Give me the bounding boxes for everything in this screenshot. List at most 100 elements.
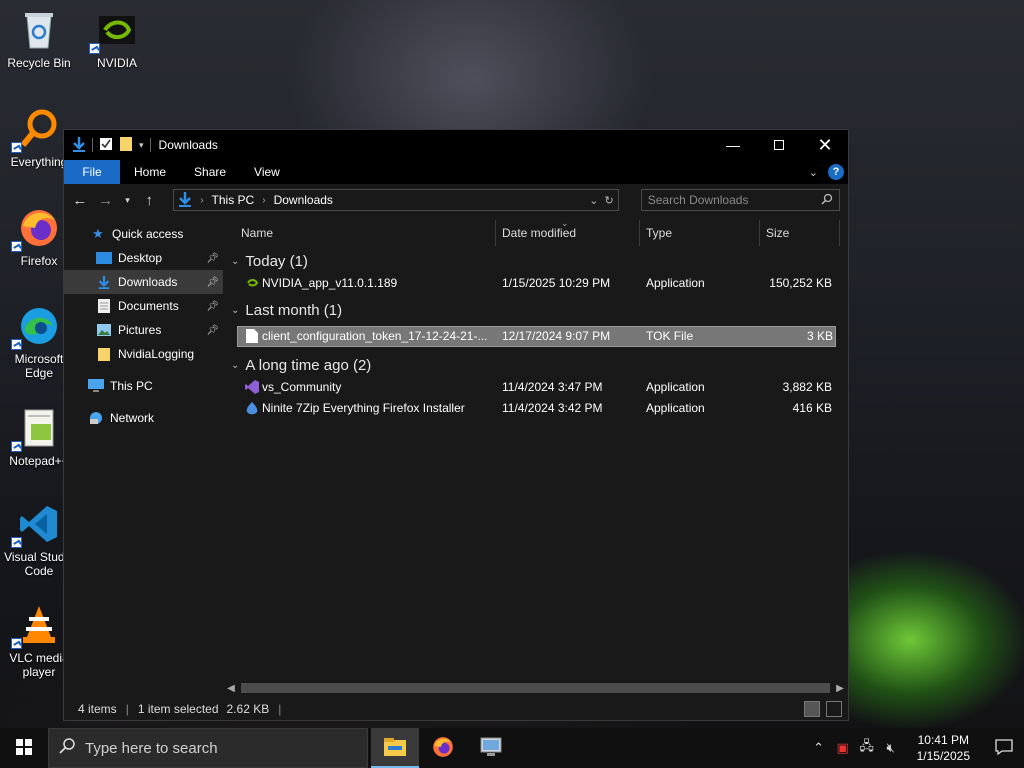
file-type: Application	[646, 401, 705, 415]
breadcrumb-downloads[interactable]: Downloads	[274, 193, 333, 207]
documents-icon	[96, 299, 112, 313]
network-icon[interactable]: 🖧︎	[855, 737, 879, 759]
tray-app-alert-icon[interactable]: ▣	[831, 740, 855, 756]
search-input[interactable]: Search Downloads	[640, 189, 840, 211]
search-icon	[821, 193, 833, 208]
recent-locations-icon[interactable]: ▾	[124, 195, 132, 206]
tab-home[interactable]: Home	[120, 160, 180, 184]
column-header-size[interactable]: Size	[766, 226, 789, 240]
minimize-icon: —	[726, 137, 740, 153]
close-button[interactable]: ✕	[802, 130, 848, 160]
nav-item-downloads[interactable]: Downloads 📌︎	[64, 270, 223, 294]
desktop-icon-nvidia[interactable]: NVIDIA	[78, 8, 156, 70]
breadcrumb-this-pc[interactable]: This PC	[212, 193, 255, 207]
file-name: Ninite 7Zip Everything Firefox Installer	[262, 401, 465, 415]
large-icons-view-button[interactable]	[826, 701, 842, 717]
file-explorer-icon	[383, 737, 407, 760]
up-button[interactable]: ↑	[141, 192, 157, 209]
file-row[interactable]: NVIDIA_app_v11.0.1.189 1/15/2025 10:29 P…	[223, 273, 848, 294]
back-button[interactable]: ←	[72, 192, 88, 209]
address-dropdown-icon[interactable]: ⌄	[589, 194, 598, 207]
file-date: 1/15/2025 10:29 PM	[502, 276, 611, 290]
taskbar-file-explorer[interactable]	[371, 728, 419, 768]
explorer-body: ★ Quick access Desktop 📌︎ Downloads 📌︎ D…	[64, 216, 848, 690]
nav-item-this-pc[interactable]: This PC	[64, 374, 223, 398]
breadcrumb-separator-icon: ›	[200, 194, 204, 206]
nav-item-label: Network	[110, 411, 155, 425]
minimize-button[interactable]: —	[710, 130, 756, 160]
nav-item-nvidialogging[interactable]: NvidiaLogging	[64, 342, 223, 366]
show-hidden-icons-icon[interactable]: ⌃	[807, 740, 831, 756]
nav-item-documents[interactable]: Documents 📌︎	[64, 294, 223, 318]
pin-icon[interactable]: 📌︎	[206, 253, 219, 264]
taskbar-remote-app[interactable]	[467, 728, 515, 768]
pin-icon[interactable]: 📌︎	[206, 301, 219, 312]
navigation-pane: ★ Quick access Desktop 📌︎ Downloads 📌︎ D…	[64, 216, 223, 690]
pin-icon[interactable]: 📌︎	[206, 325, 219, 336]
details-view-button[interactable]	[804, 701, 820, 717]
pin-icon[interactable]: 📌︎	[206, 277, 219, 288]
shortcut-arrow-icon	[11, 339, 22, 350]
column-header-type[interactable]: Type	[646, 226, 672, 240]
horizontal-scrollbar[interactable]: ◀ ▶	[223, 680, 848, 696]
notification-center-button[interactable]	[984, 738, 1024, 758]
nav-item-desktop[interactable]: Desktop 📌︎	[64, 246, 223, 270]
taskbar-clock[interactable]: 10:41 PM 1/15/2025	[903, 732, 984, 764]
shortcut-arrow-icon	[11, 441, 22, 452]
column-header-name[interactable]: Name	[241, 226, 273, 240]
taskbar: Type here to search ⌃ ▣ 🖧︎ 🔇︎ 10:41 PM 1…	[0, 728, 1024, 768]
desktop-icon-recycle-bin[interactable]: Recycle Bin	[0, 8, 78, 70]
file-type: Application	[646, 380, 705, 394]
start-button[interactable]	[0, 728, 48, 768]
file-name: vs_Community	[262, 380, 342, 394]
remote-desktop-icon	[479, 736, 503, 761]
new-folder-icon[interactable]	[119, 136, 133, 155]
nav-item-network[interactable]: Network	[64, 406, 223, 430]
group-header-long-ago[interactable]: ⌄ A long time ago (2)	[223, 353, 848, 377]
desktop-icon-label: NVIDIA	[96, 56, 137, 70]
edge-icon	[11, 304, 61, 350]
address-bar[interactable]: › This PC › Downloads ⌄ ↻	[173, 189, 619, 211]
scroll-right-icon[interactable]: ▶	[832, 683, 848, 694]
tab-share[interactable]: Share	[180, 160, 240, 184]
taskbar-firefox[interactable]	[419, 728, 467, 768]
file-row[interactable]: vs_Community 11/4/2024 3:47 PM Applicati…	[223, 377, 848, 398]
group-label: Today (1)	[245, 252, 308, 270]
recycle-bin-icon	[17, 8, 61, 52]
group-label: A long time ago (2)	[245, 356, 372, 374]
system-tray: ⌃ ▣ 🖧︎ 🔇︎ 10:41 PM 1/15/2025	[807, 728, 1024, 768]
taskbar-search-box[interactable]: Type here to search	[48, 728, 368, 768]
quick-access-dropdown-icon[interactable]: ▾	[139, 140, 144, 151]
tab-view[interactable]: View	[240, 160, 294, 184]
scrollbar-thumb[interactable]	[241, 683, 830, 693]
title-bar[interactable]: ▾ Downloads — ✕	[64, 130, 848, 160]
file-row[interactable]: Ninite 7Zip Everything Firefox Installer…	[223, 398, 848, 419]
maximize-button[interactable]	[756, 130, 802, 160]
file-row-selected[interactable]: client_configuration_token_17-12-24-21-.…	[237, 326, 836, 347]
nav-item-label: Quick access	[112, 227, 184, 241]
refresh-icon[interactable]: ↻	[605, 194, 614, 207]
help-icon[interactable]: ?	[828, 164, 844, 180]
forward-button[interactable]: →	[98, 192, 114, 209]
nav-item-label: NvidiaLogging	[118, 347, 195, 361]
file-list: Name ⌄ Date modified Type Size ⌄ Today (…	[223, 216, 848, 690]
group-header-today[interactable]: ⌄ Today (1)	[223, 249, 848, 273]
nav-item-quick-access[interactable]: ★ Quick access	[64, 222, 223, 246]
shortcut-arrow-icon	[11, 537, 22, 548]
status-bar: 4 items | 1 item selected 2.62 KB |	[64, 698, 848, 720]
file-size: 416 KB	[792, 401, 832, 415]
file-type: TOK File	[646, 329, 694, 343]
clock-time: 10:41 PM	[917, 733, 969, 747]
nvidia-icon	[89, 8, 139, 54]
group-header-last-month[interactable]: ⌄ Last month (1)	[223, 298, 848, 322]
volume-muted-icon[interactable]: 🔇︎	[879, 740, 903, 756]
properties-checkbox-icon[interactable]	[99, 137, 113, 154]
star-icon: ★	[92, 226, 104, 241]
nav-item-label: Downloads	[118, 275, 178, 289]
downloads-arrow-icon	[72, 136, 86, 155]
tab-file[interactable]: File	[64, 160, 120, 184]
column-header-date-modified[interactable]: Date modified	[502, 226, 576, 240]
nav-item-pictures[interactable]: Pictures 📌︎	[64, 318, 223, 342]
scroll-left-icon[interactable]: ◀	[223, 683, 239, 694]
expand-ribbon-icon[interactable]: ⌄	[809, 166, 818, 179]
